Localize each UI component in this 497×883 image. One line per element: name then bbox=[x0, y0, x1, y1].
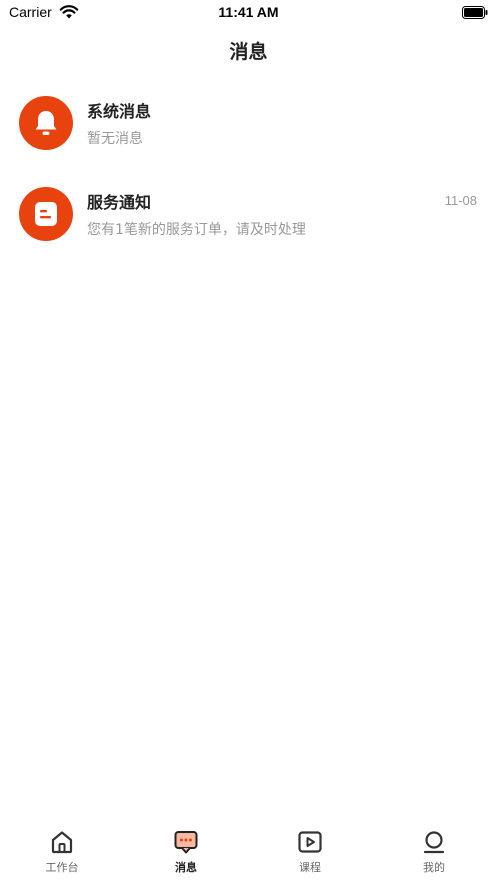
tab-label: 我的 bbox=[423, 861, 445, 874]
message-title: 服务通知 bbox=[87, 193, 152, 212]
tab-bar: 工作台 消息 课程 我的 bbox=[0, 821, 497, 883]
bell-icon bbox=[19, 96, 73, 150]
message-subtitle: 暂无消息 bbox=[87, 131, 143, 147]
tab-label: 工作台 bbox=[45, 861, 79, 874]
message-item-service[interactable]: 服务通知 您有1笔新的服务订单，请及时处理 11-08 bbox=[0, 179, 497, 270]
message-title: 系统消息 bbox=[87, 102, 152, 121]
message-subtitle: 您有1笔新的服务订单，请及时处理 bbox=[87, 222, 306, 238]
tab-workbench[interactable]: 工作台 bbox=[0, 829, 124, 875]
message-icon bbox=[174, 831, 198, 854]
notice-icon bbox=[19, 187, 73, 241]
status-bar: Carrier 11:41 AM bbox=[0, 0, 497, 26]
tab-messages[interactable]: 消息 bbox=[124, 829, 248, 875]
tab-courses[interactable]: 课程 bbox=[248, 829, 372, 875]
tab-label: 消息 bbox=[175, 861, 197, 874]
battery-icon bbox=[462, 6, 488, 19]
message-item-system[interactable]: 系统消息 暂无消息 bbox=[0, 88, 497, 179]
message-time: 11-08 bbox=[444, 193, 477, 208]
clock: 11:41 AM bbox=[218, 4, 279, 20]
message-list: 系统消息 暂无消息 服务通知 您有1笔新的服务订单，请及时处理 11-08 bbox=[0, 88, 497, 270]
tab-label: 课程 bbox=[299, 861, 321, 874]
home-icon bbox=[51, 831, 73, 854]
user-icon bbox=[423, 831, 445, 854]
video-icon bbox=[298, 831, 322, 853]
tab-profile[interactable]: 我的 bbox=[372, 829, 496, 875]
page-title: 消息 bbox=[229, 41, 268, 63]
